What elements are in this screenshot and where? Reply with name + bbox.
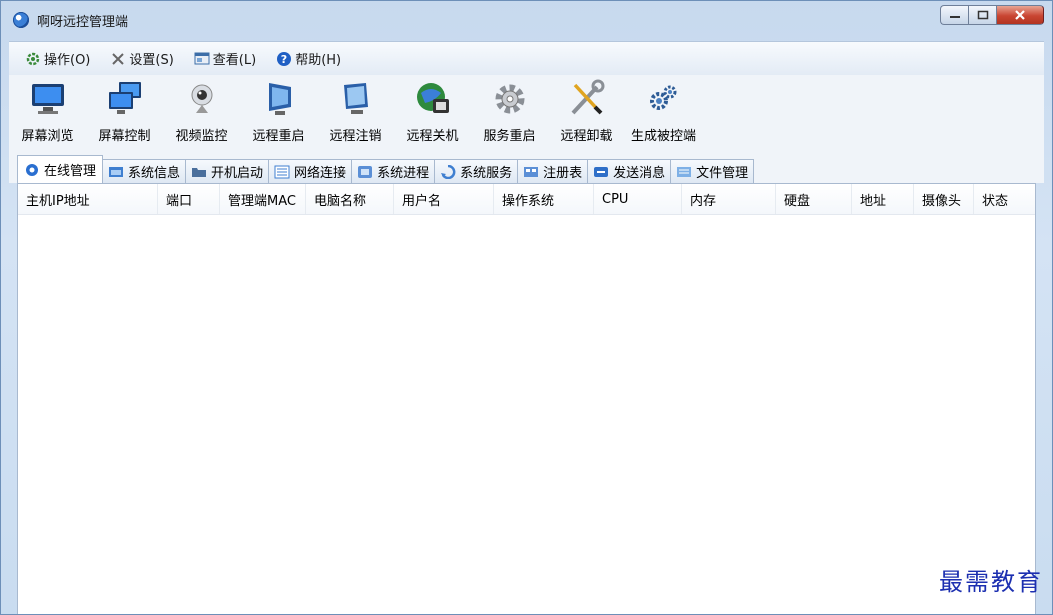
column-camera[interactable]: 摄像头: [914, 184, 974, 214]
remote-logoff-label: 远程注销: [329, 129, 382, 144]
close-icon: [1015, 10, 1025, 20]
screen-control-button[interactable]: 屏幕控制: [86, 75, 163, 149]
column-address[interactable]: 地址: [852, 184, 914, 214]
tab-services[interactable]: 系统服务: [434, 159, 519, 183]
service-icon: [441, 164, 456, 179]
window-icon: [109, 166, 124, 177]
column-memory[interactable]: 内存: [682, 184, 776, 214]
menu-bar: 操作(O) 设置(S) 查看(L) ? 帮助(H): [9, 41, 1044, 75]
column-username[interactable]: 用户名: [394, 184, 494, 214]
wrench-screwdriver-icon: [567, 79, 607, 119]
menu-settings[interactable]: 设置(S): [110, 49, 174, 68]
tab-system-info[interactable]: 系统信息: [102, 159, 187, 183]
remote-shutdown-button[interactable]: 远程关机: [394, 75, 471, 149]
file-icon: [677, 166, 692, 177]
toolbar: 屏幕浏览 屏幕控制 视频监控 远程重启 远程注销 远程关机 服务重启 远程卸载 …: [9, 75, 1044, 153]
menu-operate-label: 操作(O): [44, 53, 91, 68]
menu-help-label: 帮助(H): [295, 53, 342, 68]
menu-settings-label: 设置(S): [129, 53, 174, 68]
registry-icon: [524, 166, 539, 177]
folder-icon: [192, 167, 207, 177]
column-os[interactable]: 操作系统: [494, 184, 594, 214]
tab-label: 开机启动: [211, 166, 264, 181]
menu-help[interactable]: ? 帮助(H): [276, 49, 341, 68]
tab-label: 网络连接: [294, 166, 347, 181]
window-controls: [940, 5, 1044, 25]
globe-icon: [26, 163, 38, 176]
remote-uninstall-label: 远程卸载: [560, 129, 613, 144]
tab-label: 系统进程: [377, 166, 430, 181]
screen-browse-button[interactable]: 屏幕浏览: [9, 75, 86, 149]
host-list-table[interactable]: 主机IP地址 端口 管理端MAC 电脑名称 用户名 操作系统 CPU 内存 硬盘…: [17, 183, 1036, 614]
monitor-restart-icon: [259, 79, 299, 119]
build-client-button[interactable]: 生成被控端: [625, 75, 702, 149]
svg-text:?: ?: [281, 53, 287, 66]
tab-file-manager[interactable]: 文件管理: [670, 159, 755, 183]
tab-strip: 在线管理 系统信息 开机启动 网络连接 系统进程 系统服务 注册表 发送消息 文…: [9, 153, 1044, 183]
maximize-button[interactable]: [968, 5, 996, 25]
process-icon: [358, 165, 373, 178]
screen-control-label: 屏幕控制: [98, 129, 151, 144]
view-icon: [194, 51, 210, 67]
tab-label: 注册表: [543, 166, 583, 181]
column-status[interactable]: 状态: [974, 184, 1035, 214]
title-bar[interactable]: 啊呀远控管理端: [1, 1, 1052, 39]
service-restart-label: 服务重启: [483, 129, 536, 144]
monitor-logoff-icon: [336, 79, 376, 119]
tab-registry[interactable]: 注册表: [517, 159, 589, 183]
column-cpu[interactable]: CPU: [594, 184, 682, 214]
tab-label: 系统信息: [128, 166, 181, 181]
column-computer-name[interactable]: 电脑名称: [306, 184, 394, 214]
message-icon: [594, 166, 609, 177]
tools-icon: [110, 51, 126, 67]
dual-monitor-icon: [105, 79, 145, 119]
tab-label: 在线管理: [44, 164, 97, 179]
tab-send-message[interactable]: 发送消息: [587, 159, 672, 183]
remote-uninstall-button[interactable]: 远程卸载: [548, 75, 625, 149]
menu-view[interactable]: 查看(L): [194, 49, 256, 68]
video-monitor-label: 视频监控: [175, 129, 228, 144]
tab-process[interactable]: 系统进程: [351, 159, 436, 183]
tab-startup[interactable]: 开机启动: [185, 159, 270, 183]
service-restart-button[interactable]: 服务重启: [471, 75, 548, 149]
remote-restart-label: 远程重启: [252, 129, 305, 144]
tab-network[interactable]: 网络连接: [268, 159, 353, 183]
tab-online-manage[interactable]: 在线管理: [17, 155, 104, 183]
gear-icon: [490, 79, 530, 119]
column-admin-mac[interactable]: 管理端MAC: [220, 184, 306, 214]
remote-shutdown-label: 远程关机: [406, 129, 459, 144]
column-host-ip[interactable]: 主机IP地址: [18, 184, 158, 214]
tab-label: 发送消息: [613, 166, 666, 181]
column-disk[interactable]: 硬盘: [776, 184, 852, 214]
globe-shutdown-icon: [413, 79, 453, 119]
remote-logoff-button[interactable]: 远程注销: [317, 75, 394, 149]
tab-label: 系统服务: [460, 166, 513, 181]
minimize-icon: [949, 16, 960, 18]
tab-label: 文件管理: [696, 166, 749, 181]
watermark-text: 最需教育: [939, 568, 1043, 596]
close-button[interactable]: [996, 5, 1044, 25]
menu-operate[interactable]: 操作(O): [25, 49, 90, 68]
network-icon: [274, 165, 290, 178]
main-window: 啊呀远控管理端 操作(O) 设置(S) 查看(L) ? 帮助(H) 屏幕浏览 屏…: [0, 0, 1053, 615]
maximize-icon: [977, 10, 988, 20]
settings-gear-icon: [25, 51, 41, 67]
build-client-label: 生成被控端: [630, 129, 696, 144]
gears-icon: [644, 79, 684, 119]
remote-restart-button[interactable]: 远程重启: [240, 75, 317, 149]
video-monitor-button[interactable]: 视频监控: [163, 75, 240, 149]
minimize-button[interactable]: [940, 5, 968, 25]
window-title: 啊呀远控管理端: [37, 15, 129, 30]
monitor-icon: [28, 79, 68, 119]
app-logo-icon: [13, 12, 29, 28]
help-icon: ?: [276, 51, 292, 67]
menu-view-label: 查看(L): [212, 53, 257, 68]
screen-browse-label: 屏幕浏览: [21, 129, 74, 144]
column-port[interactable]: 端口: [158, 184, 220, 214]
table-header: 主机IP地址 端口 管理端MAC 电脑名称 用户名 操作系统 CPU 内存 硬盘…: [18, 184, 1035, 215]
webcam-icon: [182, 79, 222, 119]
